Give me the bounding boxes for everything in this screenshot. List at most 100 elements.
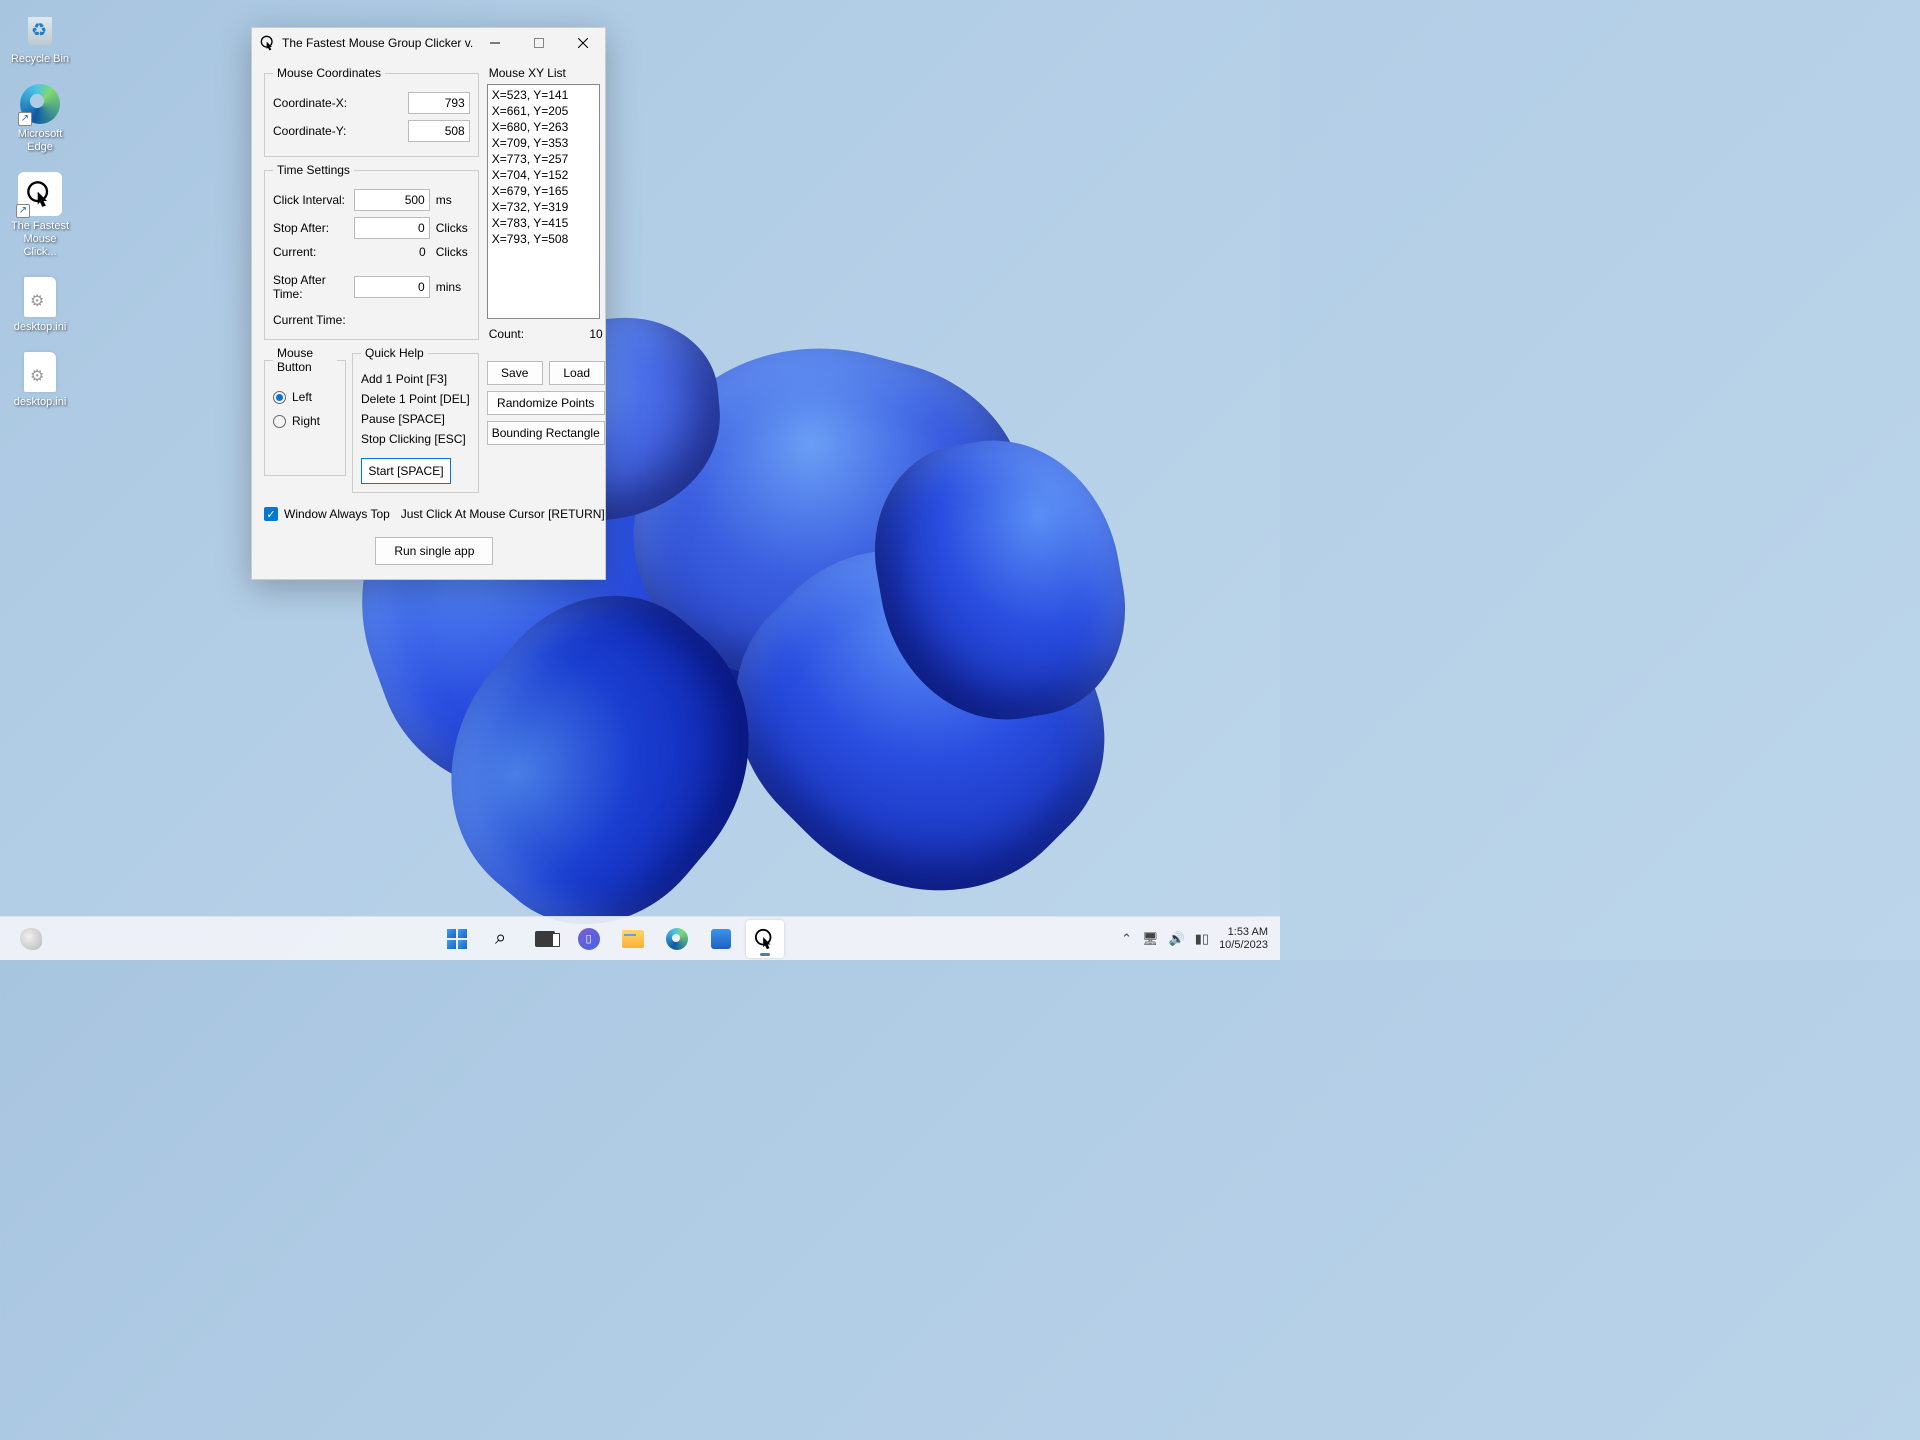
- coord-y-input[interactable]: [408, 120, 470, 142]
- app-icon: ↗: [18, 172, 62, 216]
- desktop-icon-label: desktop.ini: [6, 396, 74, 409]
- radio-right[interactable]: Right: [273, 414, 337, 428]
- desktop-icon-edge[interactable]: ↗ Microsoft Edge: [2, 80, 78, 158]
- taskbar-search[interactable]: ⌕: [482, 920, 520, 958]
- xy-list-item[interactable]: X=661, Y=205: [492, 103, 595, 119]
- cursor-click-icon: [26, 180, 54, 208]
- unit-label: mins: [436, 280, 470, 294]
- xy-list-item[interactable]: X=773, Y=257: [492, 151, 595, 167]
- group-legend: Quick Help: [361, 346, 428, 360]
- taskbar-taskview[interactable]: [526, 920, 564, 958]
- help-stop: Stop Clicking [ESC]: [361, 432, 470, 446]
- titlebar[interactable]: The Fastest Mouse Group Clicker v...: [252, 28, 605, 58]
- unit-label: Clicks: [436, 221, 470, 235]
- wallpaper: [0, 0, 1280, 960]
- taskbar-app-clicker[interactable]: [746, 920, 784, 958]
- folder-icon: [622, 930, 644, 948]
- windows-icon: [447, 929, 467, 949]
- stop-after-input[interactable]: [354, 217, 430, 239]
- quick-help-group: Quick Help Add 1 Point [F3] Delete 1 Poi…: [352, 346, 479, 493]
- taskbar-weather[interactable]: [12, 920, 50, 958]
- minimize-button[interactable]: [473, 28, 517, 58]
- group-legend: Time Settings: [273, 163, 354, 177]
- click-interval-input[interactable]: [354, 189, 430, 211]
- taskbar-clock[interactable]: 1:53 AM 10/5/2023: [1219, 926, 1268, 952]
- radio-left[interactable]: Left: [273, 390, 337, 404]
- file-icon: [24, 352, 56, 392]
- radio-label: Left: [292, 390, 312, 404]
- unit-label: Clicks: [436, 245, 470, 259]
- coord-x-input[interactable]: [408, 92, 470, 114]
- taskbar-chat[interactable]: ▯: [570, 920, 608, 958]
- xy-list-item[interactable]: X=523, Y=141: [492, 87, 595, 103]
- taskbar-edge[interactable]: [658, 920, 696, 958]
- save-button[interactable]: Save: [487, 361, 543, 385]
- taskview-icon: [535, 931, 555, 947]
- clock-date: 10/5/2023: [1219, 939, 1268, 952]
- shortcut-arrow-icon: ↗: [18, 112, 32, 126]
- count-value: 10: [589, 327, 602, 341]
- return-hint: Just Click At Mouse Cursor [RETURN]: [401, 507, 605, 521]
- shortcut-arrow-icon: ↗: [16, 204, 30, 218]
- always-top-checkbox[interactable]: ✓ Window Always Top: [264, 507, 390, 521]
- taskbar-explorer[interactable]: [614, 920, 652, 958]
- xy-list-item[interactable]: X=793, Y=508: [492, 231, 595, 247]
- file-icon: [24, 277, 56, 317]
- unit-label: ms: [436, 193, 470, 207]
- time-settings-group: Time Settings Click Interval: ms Stop Af…: [264, 163, 479, 340]
- weather-icon: [20, 928, 42, 950]
- recycle-bin-icon: [20, 9, 60, 49]
- xy-list[interactable]: X=523, Y=141X=661, Y=205X=680, Y=263X=70…: [487, 84, 600, 319]
- load-button[interactable]: Load: [549, 361, 605, 385]
- tray-volume-icon[interactable]: 🔊: [1169, 931, 1185, 947]
- current-time-label: Current Time:: [273, 313, 470, 327]
- xy-list-item[interactable]: X=709, Y=353: [492, 135, 595, 151]
- mouse-button-group: Mouse Button Left Right: [264, 346, 346, 476]
- tray-devices-icon[interactable]: 🖥: [1142, 931, 1159, 947]
- start-button[interactable]: [438, 920, 476, 958]
- window-title: The Fastest Mouse Group Clicker v...: [282, 36, 473, 50]
- xy-list-item[interactable]: X=679, Y=165: [492, 183, 595, 199]
- xy-list-item[interactable]: X=732, Y=319: [492, 199, 595, 215]
- maximize-button[interactable]: [517, 28, 561, 58]
- current-value: 0: [354, 245, 430, 259]
- start-button[interactable]: Start [SPACE]: [361, 458, 451, 484]
- bounding-button[interactable]: Bounding Rectangle: [487, 421, 605, 445]
- radio-icon: [273, 415, 286, 428]
- close-button[interactable]: [561, 28, 605, 58]
- help-pause: Pause [SPACE]: [361, 412, 470, 426]
- xy-list-label: Mouse XY List: [489, 66, 605, 80]
- desktop-icons: Recycle Bin ↗ Microsoft Edge ↗ The Faste…: [2, 5, 78, 423]
- always-top-label: Window Always Top: [284, 507, 390, 521]
- help-add: Add 1 Point [F3]: [361, 372, 470, 386]
- run-single-button[interactable]: Run single app: [375, 537, 493, 565]
- xy-list-item[interactable]: X=783, Y=415: [492, 215, 595, 231]
- search-icon: ⌕: [495, 927, 506, 950]
- randomize-button[interactable]: Randomize Points: [487, 391, 605, 415]
- xy-list-item[interactable]: X=680, Y=263: [492, 119, 595, 135]
- help-delete: Delete 1 Point [DEL]: [361, 392, 470, 406]
- desktop-icon-app[interactable]: ↗ The Fastest Mouse Click...: [2, 168, 78, 263]
- xy-list-item[interactable]: X=704, Y=152: [492, 167, 595, 183]
- group-legend: Mouse Coordinates: [273, 66, 385, 80]
- click-interval-label: Click Interval:: [273, 193, 354, 207]
- checkbox-checked-icon: ✓: [264, 507, 278, 521]
- desktop-icon-label: Microsoft Edge: [6, 128, 74, 154]
- stop-after-time-input[interactable]: [354, 276, 430, 298]
- taskbar: ⌕ ▯ ⌃ 🖥 🔊 ▮▯ 1:53 AM 10/5/2023: [0, 916, 1280, 960]
- desktop-icon-recycle-bin[interactable]: Recycle Bin: [2, 5, 78, 70]
- tray-chevron-icon[interactable]: ⌃: [1121, 931, 1132, 947]
- close-icon: [578, 38, 588, 48]
- taskbar-store[interactable]: [702, 920, 740, 958]
- mouse-coordinates-group: Mouse Coordinates Coordinate-X: Coordina…: [264, 66, 479, 157]
- stop-after-label: Stop After:: [273, 221, 354, 235]
- maximize-icon: [534, 38, 544, 48]
- desktop-icon-label: desktop.ini: [6, 321, 74, 334]
- desktop-icon-file[interactable]: desktop.ini: [2, 348, 78, 413]
- current-label: Current:: [273, 245, 354, 259]
- desktop-icon-file[interactable]: desktop.ini: [2, 273, 78, 338]
- radio-label: Right: [292, 414, 320, 428]
- cursor-click-icon: [754, 928, 776, 950]
- coord-y-label: Coordinate-Y:: [273, 124, 408, 138]
- tray-battery-icon[interactable]: ▮▯: [1195, 931, 1209, 947]
